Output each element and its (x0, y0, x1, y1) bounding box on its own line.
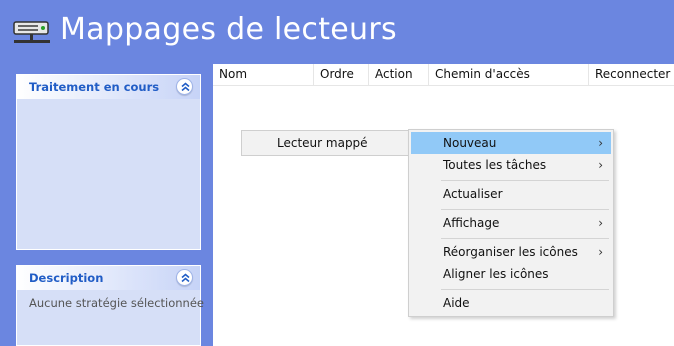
menu-item-label: Réorganiser les icônes (443, 245, 578, 259)
column-header-action[interactable]: Action (369, 64, 429, 86)
double-chevron-up-icon[interactable] (176, 269, 193, 286)
chevron-right-icon: › (598, 158, 603, 172)
submenu-item-mapped-drive[interactable]: Lecteur mappé (241, 130, 412, 156)
network-drive-icon (12, 20, 52, 46)
title-bar: Mappages de lecteurs (0, 0, 674, 64)
pane-header: Description (17, 266, 200, 290)
menu-item-label: Actualiser (443, 187, 503, 201)
menu-separator (441, 289, 609, 290)
task-pane-processing: Traitement en cours (16, 74, 201, 250)
column-header-row: Nom Ordre Action Chemin d'accès Reconnec… (213, 64, 674, 86)
menu-item-all-tasks[interactable]: Toutes les tâches › (411, 154, 611, 176)
menu-item-refresh[interactable]: Actualiser (411, 183, 611, 205)
menu-item-label: Toutes les tâches (443, 158, 547, 172)
menu-item-label: Nouveau (443, 136, 497, 150)
page-title: Mappages de lecteurs (60, 12, 397, 47)
chevron-right-icon: › (598, 245, 603, 259)
task-pane-description: Description Aucune stratégie sélectionné… (16, 265, 204, 346)
menu-separator (441, 238, 609, 239)
menu-separator (441, 209, 609, 210)
column-header-path[interactable]: Chemin d'accès (429, 64, 589, 86)
menu-separator (441, 180, 609, 181)
chevron-right-icon: › (598, 216, 603, 230)
column-header-name[interactable]: Nom (213, 64, 314, 86)
pane-header: Traitement en cours (17, 75, 200, 99)
menu-item-arrange-icons[interactable]: Réorganiser les icônes › (411, 241, 611, 263)
context-menu: Nouveau › Toutes les tâches › Actualiser… (408, 129, 614, 317)
menu-item-help[interactable]: Aide (411, 292, 611, 314)
menu-item-label: Aide (443, 296, 470, 310)
chevron-right-icon: › (598, 136, 603, 150)
pane-title: Traitement en cours (29, 80, 160, 94)
menu-item-label: Aligner les icônes (443, 267, 549, 281)
description-text: Aucune stratégie sélectionnée (29, 296, 204, 310)
column-header-reconnect[interactable]: Reconnecter (589, 64, 674, 86)
pane-title: Description (29, 271, 104, 285)
column-header-order[interactable]: Ordre (314, 64, 369, 86)
menu-item-label: Lecteur mappé (277, 136, 368, 150)
double-chevron-up-icon[interactable] (176, 78, 193, 95)
menu-item-label: Affichage (443, 216, 500, 230)
menu-item-view[interactable]: Affichage › (411, 212, 611, 234)
menu-item-new[interactable]: Nouveau › (411, 132, 611, 154)
menu-item-align-icons[interactable]: Aligner les icônes (411, 263, 611, 285)
